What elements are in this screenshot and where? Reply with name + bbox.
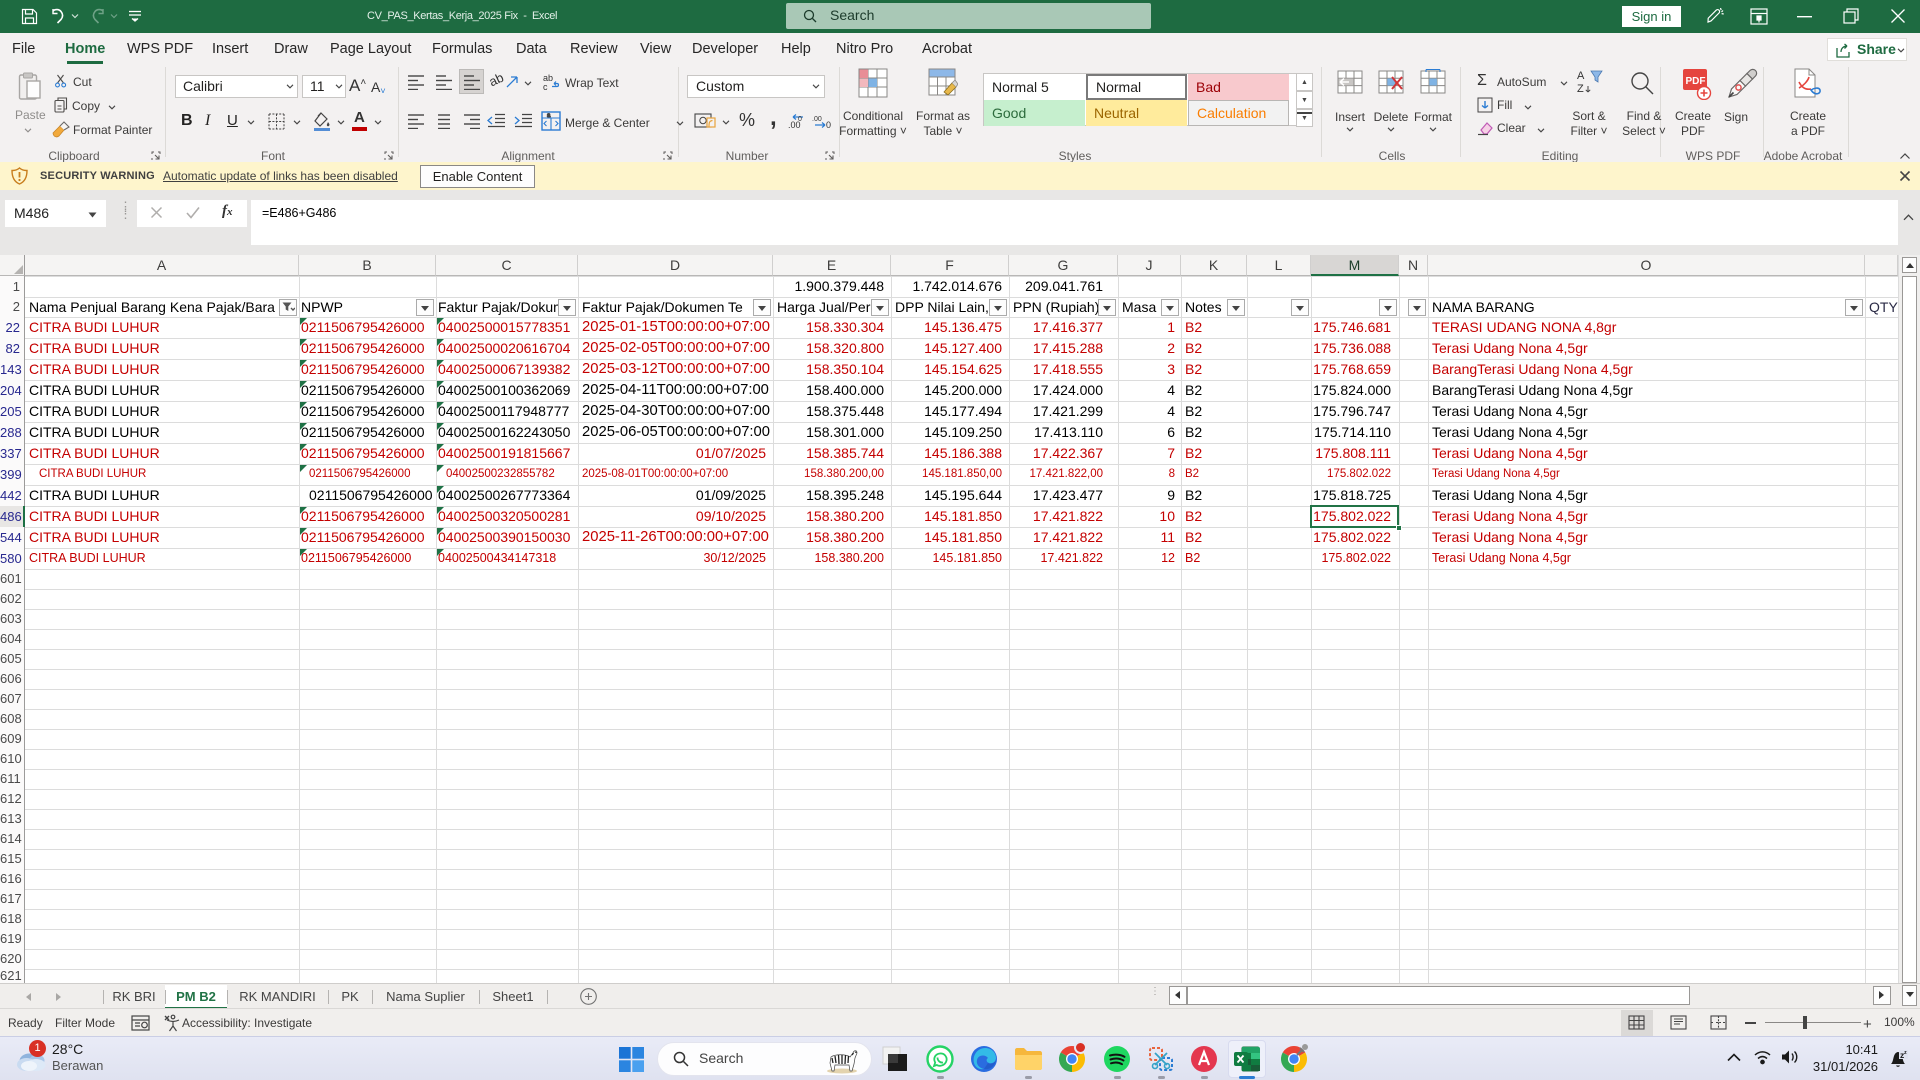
svg-text:z: z	[1904, 1050, 1907, 1056]
svg-text:A: A	[1577, 70, 1585, 82]
svg-text:0: 0	[798, 116, 802, 123]
svg-text:.00: .00	[812, 116, 822, 123]
svg-text:Z: Z	[1577, 83, 1584, 95]
svg-text:c: c	[543, 82, 548, 91]
svg-text:PDF: PDF	[1686, 76, 1706, 87]
